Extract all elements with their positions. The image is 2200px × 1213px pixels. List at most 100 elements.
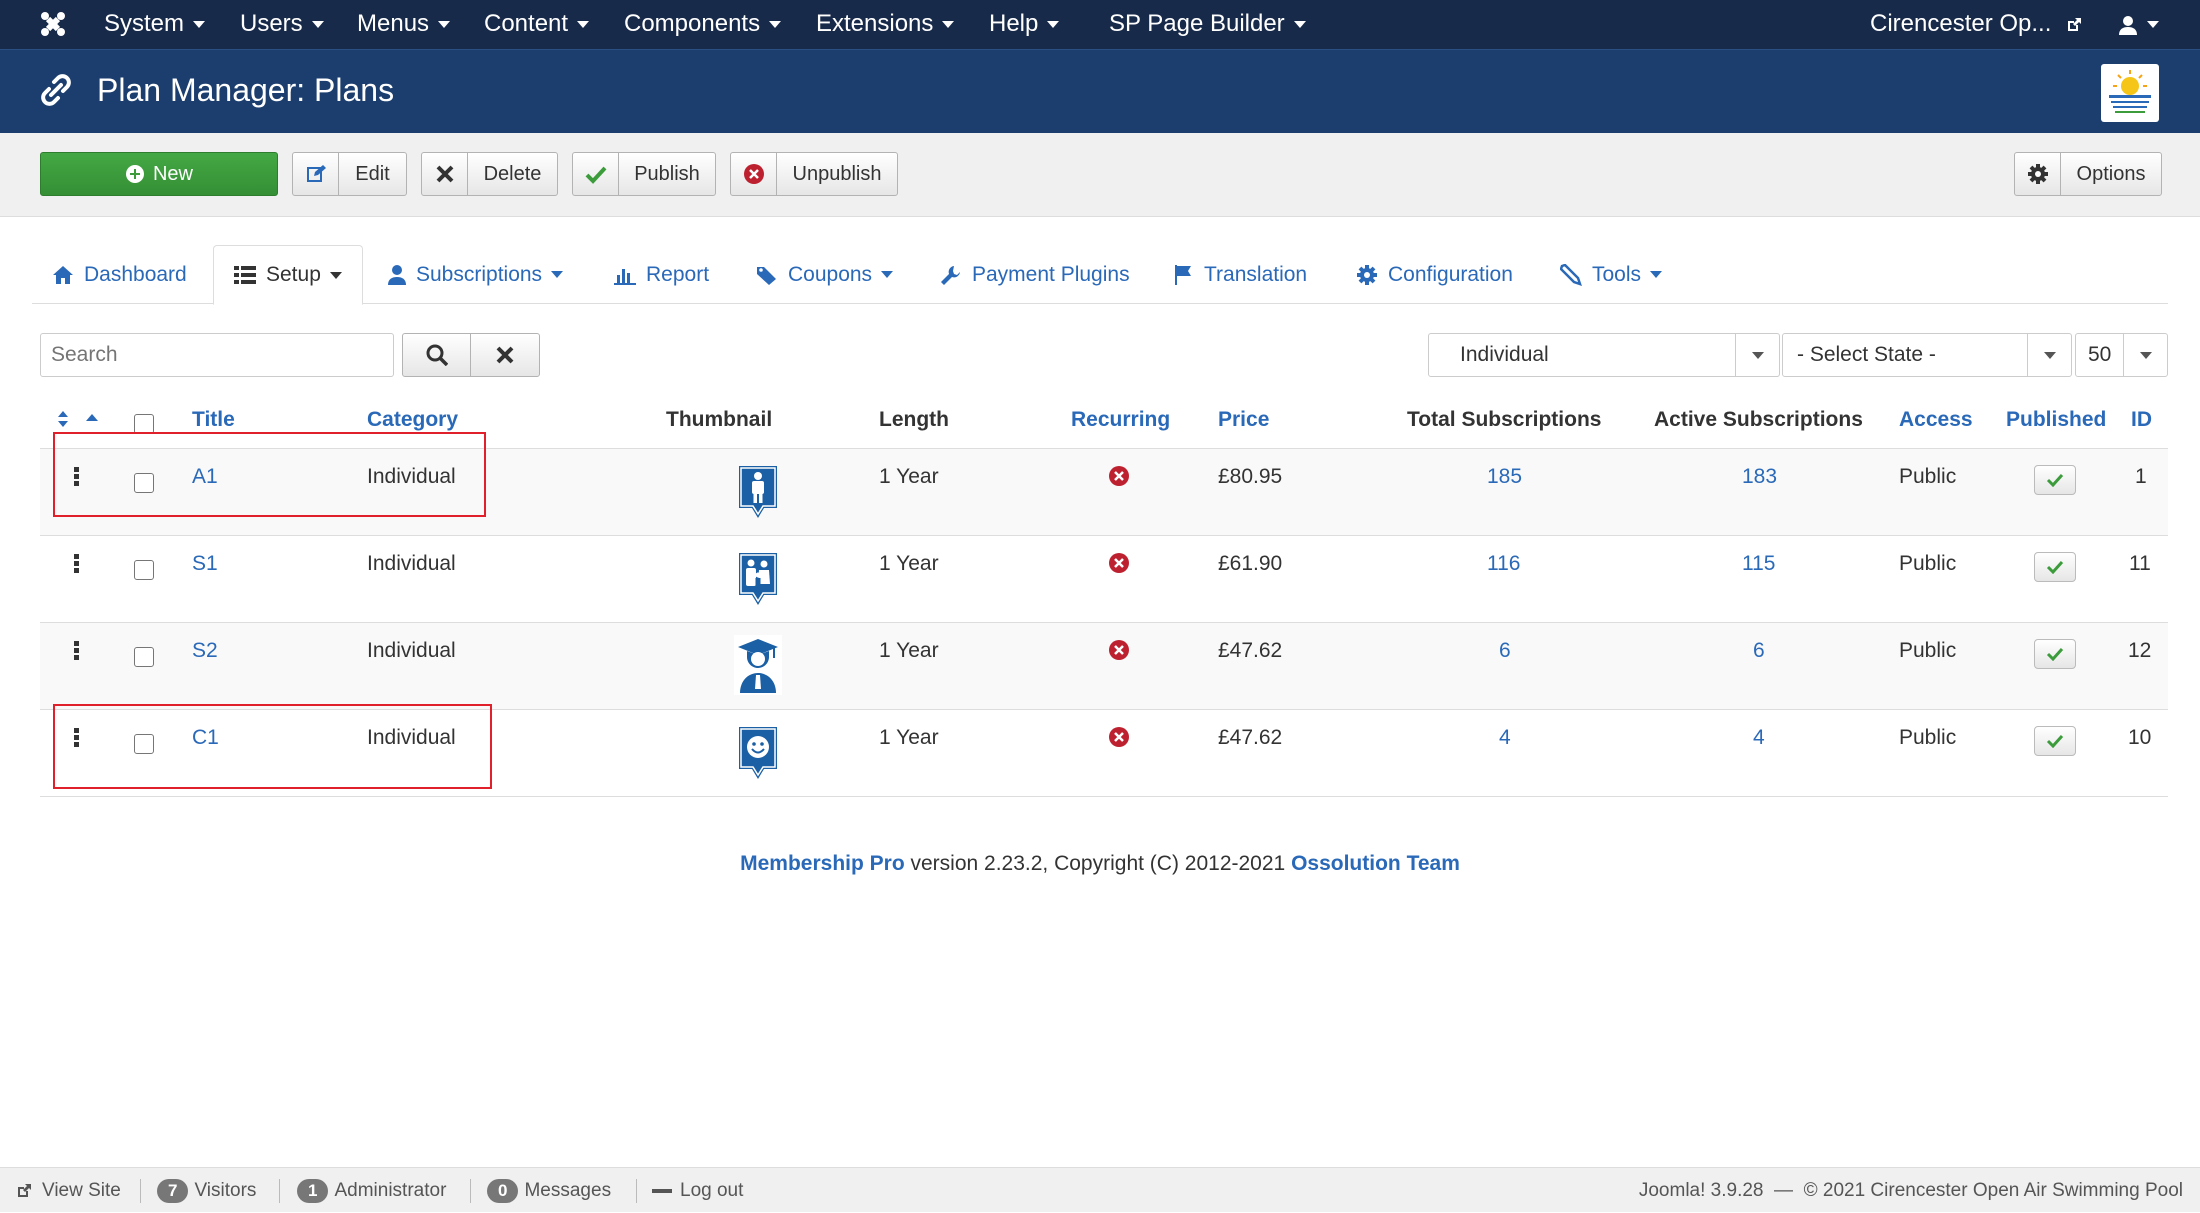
plan-title-link[interactable]: C1	[192, 724, 219, 752]
search-input[interactable]	[40, 333, 394, 377]
caret-down-icon	[1047, 21, 1060, 29]
logout-link[interactable]: Log out	[652, 1168, 743, 1213]
options-button[interactable]: Options	[2014, 152, 2162, 196]
component-tabs: Dashboard Setup Subscriptions Report Cou…	[32, 245, 2168, 305]
menu-users[interactable]: Users	[240, 0, 324, 49]
header-recurring[interactable]: Recurring	[1071, 406, 1170, 434]
not-recurring-icon[interactable]	[1108, 465, 1130, 487]
header-access[interactable]: Access	[1899, 406, 1973, 434]
category-filter-select[interactable]: Individual	[1428, 333, 1780, 377]
menu-components[interactable]: Components	[624, 0, 782, 49]
plan-length: 1 Year	[879, 726, 939, 749]
total-subscriptions-link[interactable]: 116	[1487, 550, 1520, 578]
caret-down-icon	[881, 271, 894, 278]
not-recurring-icon[interactable]	[1108, 639, 1130, 661]
user-menu[interactable]	[2118, 0, 2159, 49]
admin-count-badge: 1	[297, 1178, 329, 1203]
drag-handle-icon[interactable]	[74, 554, 79, 575]
row-checkbox[interactable]	[134, 560, 154, 580]
search-button[interactable]	[403, 334, 471, 376]
wrench-icon	[941, 265, 960, 285]
menu-system[interactable]: System	[104, 0, 206, 49]
sort-arrows-icon[interactable]	[56, 410, 70, 428]
select-all-checkbox[interactable]	[134, 414, 154, 434]
gear-icon	[2015, 153, 2061, 195]
header-id[interactable]: ID	[2131, 406, 2152, 434]
tab-translation[interactable]: Translation	[1174, 245, 1307, 304]
bar-chart-icon	[614, 268, 636, 285]
joomla-logo-icon[interactable]	[38, 8, 68, 40]
edit-button[interactable]: Edit	[292, 152, 407, 196]
menu-label: Content	[484, 10, 569, 37]
tab-configuration[interactable]: Configuration	[1356, 245, 1513, 304]
tab-label: Dashboard	[84, 262, 187, 286]
total-subscriptions-link[interactable]: 185	[1487, 463, 1522, 491]
published-toggle[interactable]	[2034, 639, 2076, 669]
total-subscriptions-link[interactable]: 4	[1499, 724, 1511, 752]
menu-content[interactable]: Content	[484, 0, 590, 49]
active-subscriptions-link[interactable]: 183	[1742, 463, 1777, 491]
delete-button[interactable]: Delete	[421, 152, 558, 196]
header-title[interactable]: Title	[192, 406, 235, 434]
row-checkbox[interactable]	[134, 473, 154, 493]
new-button[interactable]: New	[40, 152, 278, 196]
not-recurring-icon[interactable]	[1108, 726, 1130, 748]
active-subscriptions-link[interactable]: 4	[1753, 724, 1765, 752]
header-price[interactable]: Price	[1218, 406, 1269, 434]
caret-down-icon	[311, 21, 324, 29]
not-recurring-icon[interactable]	[1108, 552, 1130, 574]
active-subscriptions-link[interactable]: 115	[1742, 550, 1775, 578]
plan-title-link[interactable]: S1	[192, 550, 218, 578]
site-label: Cirencester Op...	[1870, 10, 2052, 37]
menu-help[interactable]: Help	[989, 0, 1060, 49]
external-link-icon	[2068, 17, 2082, 31]
footer-credit: Membership Pro version 2.23.2, Copyright…	[0, 852, 2200, 876]
plan-title-link[interactable]: S2	[192, 637, 218, 665]
caret-down-icon	[438, 21, 451, 29]
published-toggle[interactable]	[2034, 465, 2076, 495]
publish-button[interactable]: Publish	[572, 152, 716, 196]
menu-menus[interactable]: Menus	[357, 0, 451, 49]
tab-dashboard[interactable]: Dashboard	[52, 245, 187, 304]
tab-report[interactable]: Report	[614, 245, 709, 304]
clear-button[interactable]	[471, 334, 539, 376]
check-icon	[2046, 647, 2064, 661]
visitors-link[interactable]: 7 Visitors	[157, 1168, 256, 1213]
caret-down-icon	[769, 21, 782, 29]
view-site-link[interactable]: View Site	[16, 1168, 121, 1213]
tab-coupons[interactable]: Coupons	[756, 245, 894, 304]
administrator-link[interactable]: 1 Administrator	[297, 1168, 446, 1213]
caret-down-icon	[2027, 334, 2071, 376]
caret-down-icon	[1293, 21, 1306, 29]
site-link[interactable]: Cirencester Op...	[1870, 0, 2082, 49]
published-toggle[interactable]	[2034, 552, 2076, 582]
caret-down-icon	[2123, 334, 2167, 376]
messages-link[interactable]: 0 Messages	[487, 1168, 611, 1213]
team-link[interactable]: Ossolution Team	[1291, 852, 1460, 875]
plan-title-link[interactable]: A1	[192, 463, 218, 491]
state-filter-select[interactable]: - Select State -	[1782, 333, 2072, 377]
tab-subscriptions[interactable]: Subscriptions	[388, 245, 564, 304]
tab-payment-plugins[interactable]: Payment Plugins	[940, 245, 1130, 304]
menu-sp-page-builder[interactable]: SP Page Builder	[1109, 0, 1306, 49]
active-subscriptions-link[interactable]: 6	[1753, 637, 1765, 665]
limit-select[interactable]: 50	[2075, 333, 2168, 377]
menu-extensions[interactable]: Extensions	[816, 0, 955, 49]
header-category[interactable]: Category	[367, 406, 458, 434]
tab-setup[interactable]: Setup	[213, 245, 363, 305]
total-subscriptions-link[interactable]: 6	[1499, 637, 1511, 665]
tab-label: Subscriptions	[416, 262, 543, 286]
drag-handle-icon[interactable]	[74, 728, 79, 749]
header-published[interactable]: Published	[2006, 406, 2106, 434]
sort-asc-icon[interactable]	[85, 413, 99, 423]
drag-handle-icon[interactable]	[74, 641, 79, 662]
tab-tools[interactable]: Tools	[1560, 245, 1663, 304]
product-link[interactable]: Membership Pro	[740, 852, 905, 875]
row-checkbox[interactable]	[134, 734, 154, 754]
options-label: Options	[2076, 162, 2146, 185]
plan-price: £61.90	[1218, 552, 1283, 575]
unpublish-button[interactable]: Unpublish	[730, 152, 898, 196]
row-checkbox[interactable]	[134, 647, 154, 667]
published-toggle[interactable]	[2034, 726, 2076, 756]
drag-handle-icon[interactable]	[74, 467, 79, 488]
